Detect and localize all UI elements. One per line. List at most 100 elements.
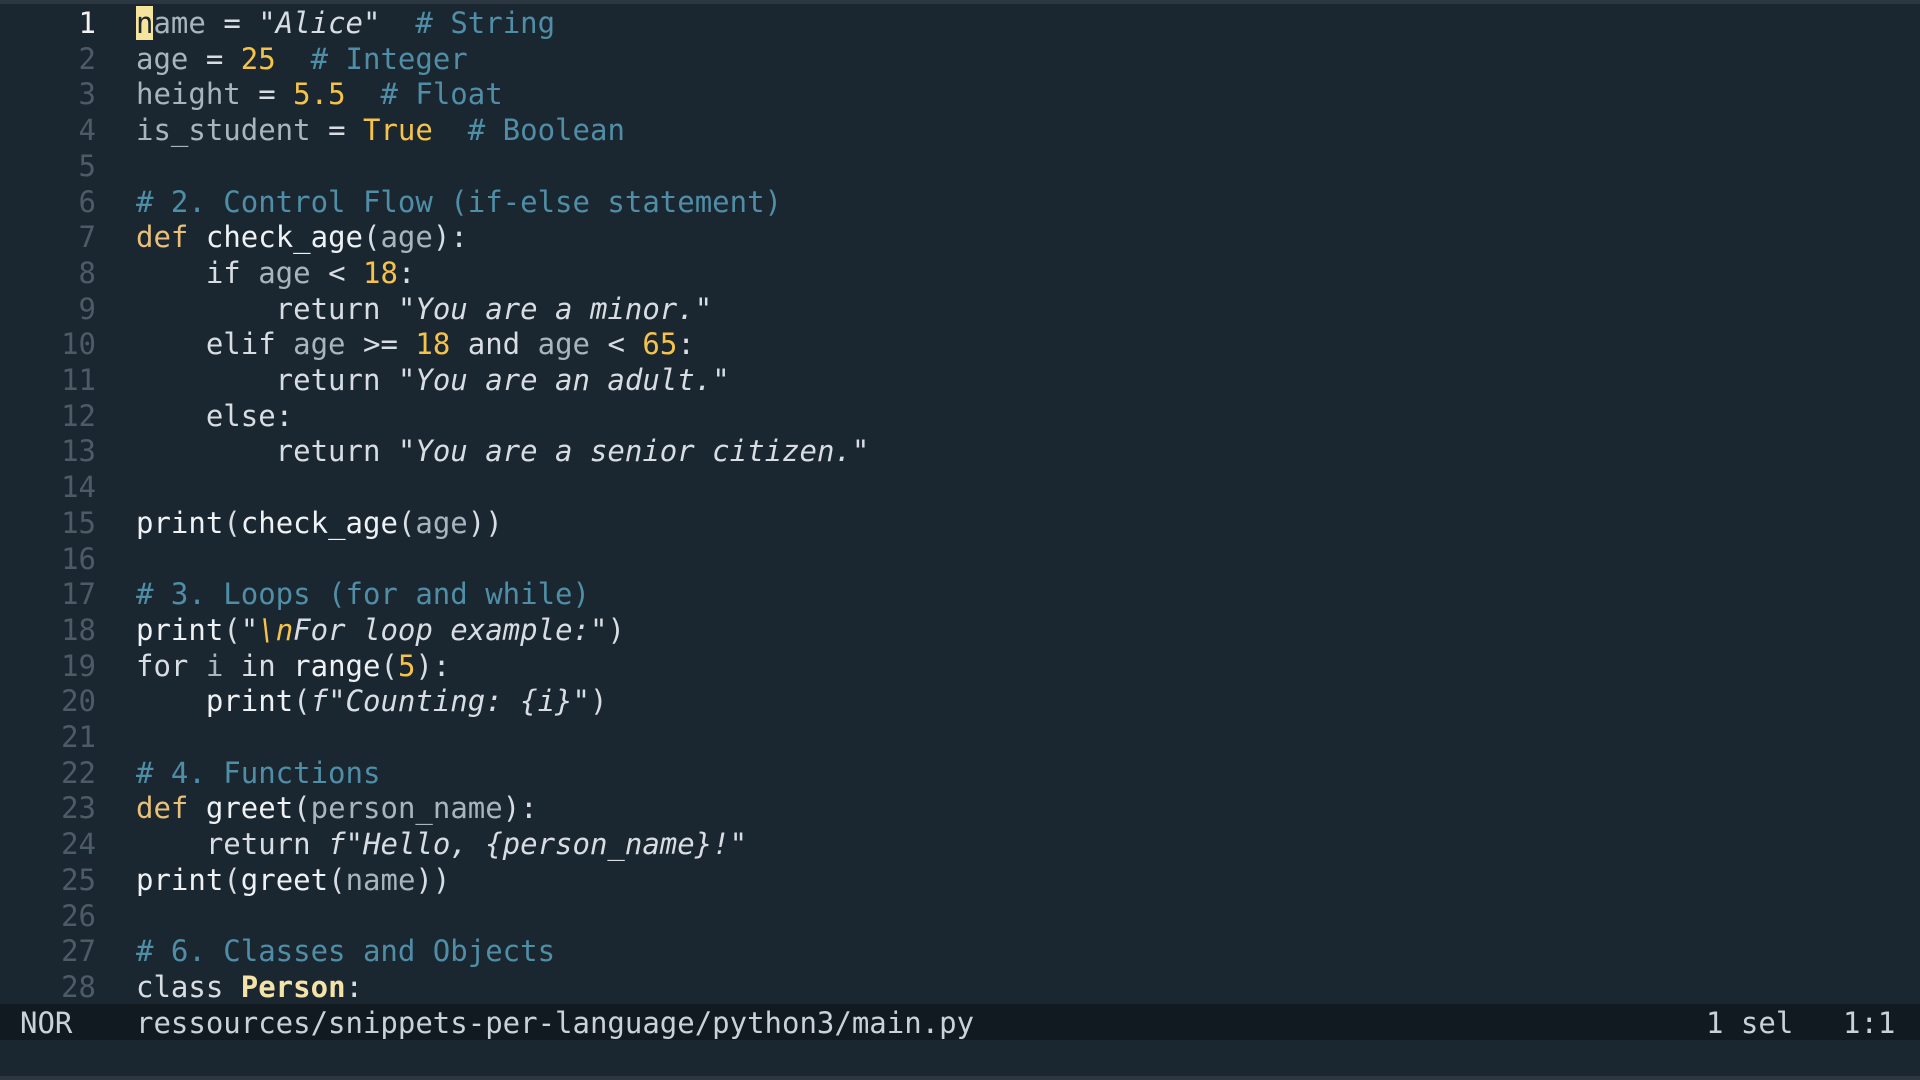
code-text[interactable]: def greet(person_name): [136,791,538,825]
code-line[interactable]: 28 class Person: [0,968,1920,1004]
code-line[interactable]: 26 [0,897,1920,933]
code-line[interactable]: 16 [0,540,1920,576]
code-token: ) [590,684,608,719]
code-line[interactable]: 6 # 2. Control Flow (if-else statement) [0,183,1920,219]
code-line[interactable]: 3 height = 5.5 # Float [0,75,1920,111]
code-text[interactable]: print(check_age(age)) [136,506,503,540]
code-text[interactable]: return "You are a minor." [136,291,713,326]
code-token: = [205,6,259,40]
line-number: 4 [78,113,96,148]
code-text[interactable]: return "You are a senior citizen." [136,434,870,469]
code-token: ( [293,684,311,719]
code-token: < [310,255,363,290]
code-token: # Integer [275,41,468,76]
code-line[interactable]: 1 name = "Alice" # String [0,4,1920,40]
code-text[interactable]: return f"Hello, {person_name}!" [136,827,747,861]
line-number: 1 [78,6,96,40]
line-number: 2 [78,41,96,76]
code-text[interactable]: elif age >= 18 and age < 65: [136,327,695,361]
code-token: You are a minor. [415,291,695,326]
code-line[interactable]: 27 # 6. Classes and Objects [0,932,1920,968]
code-text[interactable]: def check_age(age): [136,220,468,254]
code-token: # 3. Loops (for and while) [136,577,590,612]
code-token: ( [363,220,381,255]
code-line[interactable]: 13 return "You are a senior citizen." [0,432,1920,468]
code-text[interactable]: # 2. Control Flow (if-else statement) [136,185,782,219]
code-token: " [712,363,730,397]
code-line[interactable]: 8 if age < 18: [0,254,1920,290]
code-token: = [188,41,241,76]
code-token: return [136,434,398,469]
code-line[interactable]: 2 age = 25 # Integer [0,40,1920,76]
line-number: 15 [61,505,96,540]
code-line[interactable]: 17 # 3. Loops (for and while) [0,575,1920,611]
code-text[interactable]: class Person: [136,970,363,1004]
code-token: greet [205,791,294,826]
line-number: 8 [78,255,96,290]
code-line[interactable]: 23 def greet(person_name): [0,789,1920,825]
code-text[interactable]: # 3. Loops (for and while) [136,577,590,611]
code-token: = [310,113,363,148]
code-token: for [136,648,206,683]
line-number: 11 [61,363,96,397]
line-number: 19 [61,648,96,683]
code-line[interactable]: 24 return f"Hello, {person_name}!" [0,825,1920,861]
line-number: 25 [61,862,96,897]
code-token: i [205,648,224,683]
code-line[interactable]: 21 [0,718,1920,754]
code-token: : [677,327,695,362]
code-line[interactable]: 20 print(f"Counting: {i}") [0,682,1920,718]
line-number: 18 [61,612,96,647]
line-number: 5 [78,148,96,183]
code-text[interactable]: is_student = True # Boolean [136,113,625,147]
line-number: 6 [78,184,96,219]
code-line[interactable]: 7 def check_age(age): [0,218,1920,254]
code-line[interactable]: 5 [0,147,1920,183]
code-line[interactable]: 10 elif age >= 18 and age < 65: [0,325,1920,361]
line-number: 22 [61,755,96,790]
code-editor[interactable]: 1 name = "Alice" # String 2 age = 25 # Inte… [0,4,1920,1004]
code-token: : [397,255,416,290]
code-token: def [136,220,189,255]
code-text[interactable]: print(f"Counting: {i}") [136,684,608,719]
line-number: 3 [78,77,96,112]
code-token: age [415,505,468,540]
code-line[interactable]: 18 print("\nFor loop example:") [0,611,1920,647]
code-token: : [345,969,363,1004]
line-number: 13 [61,434,96,469]
code-text[interactable]: else: [136,399,293,433]
code-token: For loop example: [293,612,590,647]
code-line[interactable]: 19 for i in range(5): [0,647,1920,683]
code-text[interactable]: name = "Alice" # String [136,6,555,40]
code-token: is_student [136,113,311,148]
code-line[interactable]: 4 is_student = True # Boolean [0,111,1920,147]
code-token: return [136,827,329,862]
code-text[interactable]: return "You are an adult." [136,363,730,397]
code-text[interactable]: print("\nFor loop example:") [136,613,625,647]
code-text[interactable]: height = 5.5 # Float [136,77,503,111]
code-line[interactable]: 12 else: [0,397,1920,433]
code-text[interactable]: for i in range(5): [136,649,450,683]
code-token: age [293,327,346,362]
code-line[interactable]: 14 [0,468,1920,504]
file-path: ressources/snippets-per-language/python3… [136,1006,975,1040]
code-text[interactable]: if age < 18: [136,255,416,290]
code-token: return [136,363,398,397]
code-text[interactable]: # 6. Classes and Objects [136,934,555,968]
code-line[interactable]: 9 return "You are a minor." [0,290,1920,326]
code-line[interactable]: 11 return "You are an adult." [0,361,1920,397]
code-token: ( [328,862,346,897]
code-token: f [310,684,329,719]
code-line[interactable]: 25 print(greet(name)) [0,861,1920,897]
command-line[interactable] [0,1040,1920,1076]
code-text[interactable]: age = 25 # Integer [136,42,468,76]
code-token: ( [397,505,416,540]
code-line[interactable]: 15 print(check_age(age)) [0,504,1920,540]
line-number: 24 [61,827,96,862]
code-text[interactable]: # 4. Functions [136,756,380,790]
line-number: 12 [61,398,96,433]
code-text[interactable]: print(greet(name)) [136,863,450,897]
code-line[interactable]: 22 # 4. Functions [0,754,1920,790]
code-token: " [258,6,276,40]
